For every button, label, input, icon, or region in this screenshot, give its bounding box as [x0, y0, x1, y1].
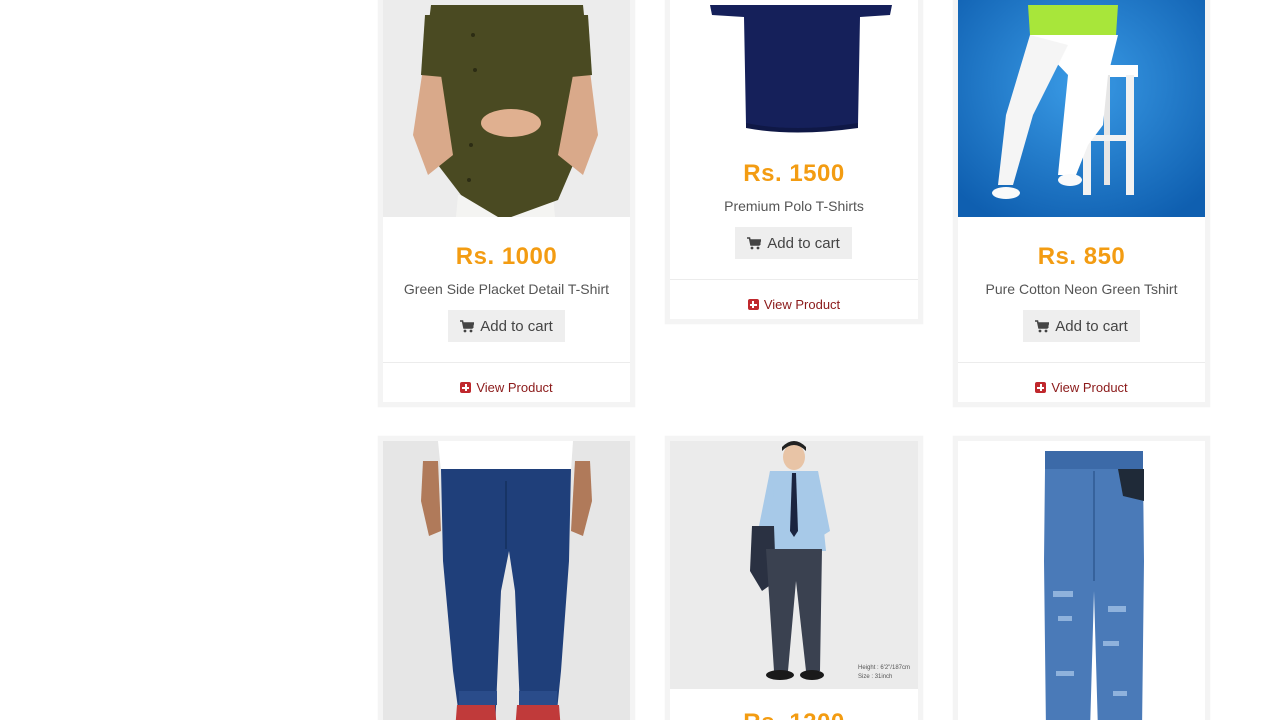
view-product-label: View Product: [476, 380, 553, 395]
view-product-label: View Product: [1051, 380, 1128, 395]
product-price: Rs. 850: [1037, 243, 1126, 270]
product-price: Rs. 1200: [670, 709, 918, 720]
view-product-link[interactable]: View Product: [383, 380, 630, 395]
product-image[interactable]: [670, 0, 918, 135]
product-image[interactable]: [383, 0, 630, 217]
product-name[interactable]: Pure Cotton Neon Green Tshirt: [958, 281, 1205, 297]
shopping-cart-icon: [747, 236, 762, 249]
ripped-jeans-image: [958, 441, 1205, 720]
card-divider: [670, 279, 918, 280]
shopping-cart-icon: [1035, 319, 1050, 332]
product-price: Rs. 1500: [743, 160, 845, 187]
view-product-link[interactable]: View Product: [670, 297, 918, 312]
product-name[interactable]: Premium Polo T-Shirts: [670, 198, 918, 214]
product-name[interactable]: Green Side Placket Detail T-Shirt: [383, 281, 630, 297]
shopping-cart-icon: [460, 319, 475, 332]
add-to-cart-button[interactable]: Add to cart: [448, 310, 565, 342]
neon-tshirt-image: [958, 0, 1205, 217]
navy-polo-image: [670, 0, 918, 135]
product-card: Height : 6'2"/187cm Size : 31inch Rs. 12…: [665, 436, 923, 720]
card-divider: [383, 362, 630, 363]
image-caption: Height : 6'2"/187cm Size : 31inch: [858, 664, 910, 682]
product-card: [953, 436, 1210, 720]
product-card: Rs. 850 Pure Cotton Neon Green Tshirt Ad…: [953, 0, 1210, 407]
product-image[interactable]: [958, 0, 1205, 217]
add-to-cart-label: Add to cart: [767, 234, 840, 252]
view-product-link[interactable]: View Product: [958, 380, 1205, 395]
model-jeans-image: [670, 441, 918, 689]
plus-square-icon: [747, 299, 759, 310]
image-caption-height: Height : 6'2"/187cm: [858, 665, 910, 671]
add-to-cart-button[interactable]: Add to cart: [1023, 310, 1140, 342]
product-card: [378, 436, 635, 720]
product-image[interactable]: Height : 6'2"/187cm Size : 31inch: [670, 441, 918, 689]
denim-jeans-image: [383, 441, 630, 720]
plus-square-icon: [1035, 382, 1047, 393]
product-image[interactable]: [383, 441, 630, 720]
add-to-cart-button[interactable]: Add to cart: [735, 227, 852, 259]
card-divider: [958, 362, 1205, 363]
add-to-cart-label: Add to cart: [480, 317, 553, 335]
product-price: Rs. 1000: [455, 243, 558, 270]
olive-shirt-image: [383, 0, 630, 217]
add-to-cart-label: Add to cart: [1055, 317, 1128, 335]
view-product-label: View Product: [763, 297, 841, 312]
product-card: Rs. 1500 Premium Polo T-Shirts Add to ca…: [665, 0, 923, 324]
product-image[interactable]: [958, 441, 1205, 720]
image-caption-size: Size : 31inch: [858, 674, 893, 680]
plus-square-icon: [460, 382, 472, 393]
product-card: Rs. 1000 Green Side Placket Detail T-Shi…: [378, 0, 635, 407]
